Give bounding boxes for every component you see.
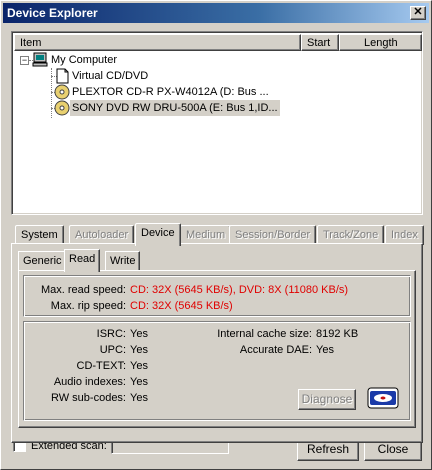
cache-size-value: 8192 KB [316,328,359,340]
feature-value: Yes [130,328,148,340]
collapse-icon[interactable]: − [20,56,29,65]
feature-value: Yes [130,392,148,404]
virtual-drive-icon [54,68,70,84]
tab-session-border[interactable]: Session/Border [229,225,317,245]
subtab-generic[interactable]: Generic [18,251,67,271]
diagnose-button[interactable]: Diagnose [298,389,356,410]
tab-medium[interactable]: Medium [180,225,232,245]
drive-logo-icon [367,386,399,410]
computer-icon [32,52,48,68]
device-subtabs: Generic Read Write [18,249,416,272]
max-read-speed-label: Max. read speed: [41,284,126,296]
feature-label: UPC: [99,344,126,356]
max-read-speed-value: CD: 32X (5645 KB/s), DVD: 8X (11080 KB/s… [130,284,349,296]
feature-label: Audio indexes: [53,376,126,388]
max-rip-speed-label: Max. rip speed: [50,300,126,312]
feature-value: Yes [130,376,148,388]
column-header-start[interactable]: Start [301,34,339,51]
list-header: Item Start Length [14,34,422,51]
read-subtab-panel: Max. read speed: CD: 32X (5645 KB/s), DV… [18,270,416,428]
device-explorer-window: Device Explorer ✕ Item Start Length − My… [0,0,432,470]
feature-value: Yes [130,344,148,356]
tab-device[interactable]: Device [135,223,181,246]
column-header-item[interactable]: Item [14,34,301,51]
window-title: Device Explorer [7,6,98,20]
speed-group: Max. read speed: CD: 32X (5645 KB/s), DV… [23,275,411,317]
max-rip-speed-value: CD: 32X (5645 KB/s) [130,300,233,312]
feature-label: CD-TEXT: [76,360,127,372]
tree-node-label: My Computer [51,54,118,66]
property-tabs: System Autoloader Device Medium Session/… [11,223,424,443]
subtab-read[interactable]: Read [64,249,101,272]
tree-node-label: Virtual CD/DVD [72,70,149,82]
feature-label: ISRC: [96,328,126,340]
device-tree: − My Computer Virtual CD/DVD PLEXTOR CD-… [14,52,420,212]
dvd-drive-icon [54,100,70,116]
title-bar[interactable]: Device Explorer ✕ [3,3,429,23]
feature-value: Yes [130,360,148,372]
tab-system[interactable]: System [15,225,64,245]
features-group: ISRC: Yes UPC: Yes CD-TEXT: Yes Audio in… [23,321,411,421]
cache-size-label: Internal cache size: [217,328,312,340]
device-list[interactable]: Item Start Length − My Computer Virtual … [11,31,423,215]
subtab-write[interactable]: Write [105,251,141,271]
tree-node-label: SONY DVD RW DRU-500A (E: Bus 1,ID... [70,100,280,116]
accurate-dae-value: Yes [316,344,334,356]
close-window-button[interactable]: ✕ [410,6,426,20]
column-header-length[interactable]: Length [339,34,422,51]
tab-track-zone[interactable]: Track/Zone [317,225,385,245]
tree-node-label: PLEXTOR CD-R PX-W4012A (D: Bus ... [72,86,269,98]
tab-autoloader[interactable]: Autoloader [69,225,135,245]
cd-drive-icon [54,84,70,100]
device-tab-panel: Generic Read Write Max. read speed: CD: … [11,243,423,443]
feature-label: RW sub-codes: [51,392,126,404]
tab-index[interactable]: Index [385,225,424,245]
accurate-dae-label: Accurate DAE: [239,344,312,356]
